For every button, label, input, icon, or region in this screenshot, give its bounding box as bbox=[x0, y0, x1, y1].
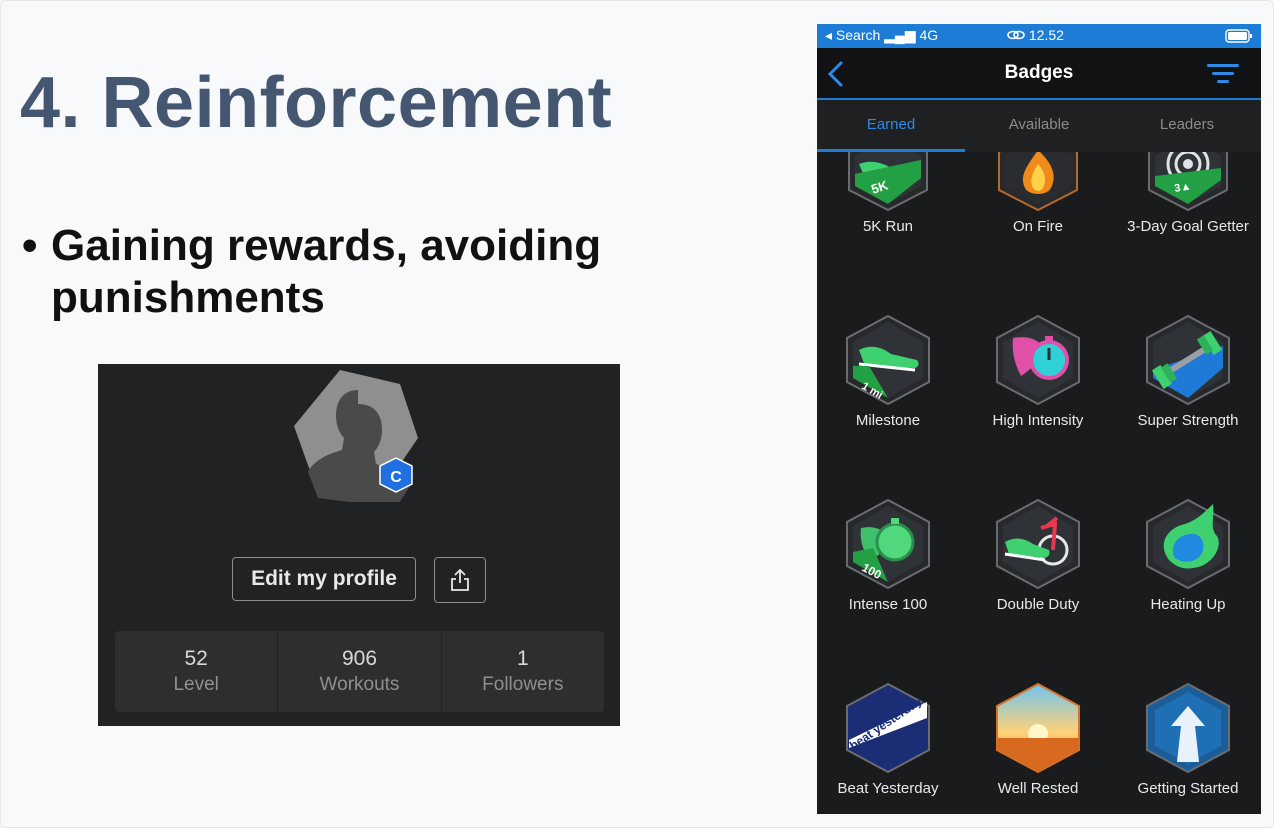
bike-shoe-icon bbox=[996, 498, 1080, 590]
badge-intense-100[interactable]: 100 Intense 100 bbox=[817, 498, 963, 614]
stat-value: 1 bbox=[516, 646, 529, 670]
bullet-dot: • bbox=[22, 221, 38, 270]
stat-followers[interactable]: 1 Followers bbox=[441, 631, 604, 712]
shoe-icon: 1 mi bbox=[846, 314, 930, 406]
badge-name: Intense 100 bbox=[848, 596, 928, 613]
badge-heating-up[interactable]: Heating Up bbox=[1113, 498, 1261, 614]
stat-level[interactable]: 52 Level bbox=[115, 631, 278, 712]
nav-bar: Badges bbox=[817, 48, 1261, 100]
badge-name: Milestone bbox=[855, 412, 921, 429]
badge-name: 3-Day Goal Getter bbox=[1127, 218, 1249, 235]
badge-getting-started[interactable]: Getting Started bbox=[1113, 682, 1261, 798]
arrow-up-icon bbox=[1146, 682, 1230, 774]
stats-row: 52 Level 906 Workouts 1 Followers bbox=[115, 631, 604, 712]
badge-name: Double Duty bbox=[996, 596, 1080, 613]
stat-value: 52 bbox=[184, 646, 208, 670]
tab-leaders[interactable]: Leaders bbox=[1113, 100, 1261, 152]
shoe-icon: 5K bbox=[848, 152, 928, 212]
badge-name: Getting Started bbox=[1137, 780, 1239, 797]
tab-earned[interactable]: Earned bbox=[817, 100, 965, 152]
filter-icon[interactable] bbox=[1205, 61, 1241, 87]
badge-name: On Fire bbox=[1012, 218, 1063, 235]
coach-badge-icon: C bbox=[379, 457, 413, 493]
badge-double-duty[interactable]: Double Duty bbox=[963, 498, 1113, 614]
badge-grid: 5K 5K Run On Fire 3▲ 3-Day Goal Getter 1… bbox=[817, 152, 1261, 814]
badge-name: Beat Yesterday bbox=[837, 780, 939, 797]
badge-name: Heating Up bbox=[1150, 596, 1226, 613]
text-badge-icon: beat yesterday. bbox=[846, 682, 930, 774]
nav-title: Badges bbox=[1004, 62, 1074, 83]
badge-milestone[interactable]: 1 mi Milestone bbox=[817, 314, 963, 430]
share-button[interactable] bbox=[434, 557, 486, 603]
status-time: 12.52 bbox=[1028, 27, 1064, 43]
tab-bar: Earned Available Leaders bbox=[817, 100, 1261, 152]
coach-badge-letter: C bbox=[390, 469, 402, 486]
tab-available[interactable]: Available bbox=[965, 100, 1113, 152]
status-carrier: ◂ Search ▂▄▆ 4G bbox=[825, 27, 939, 43]
link-icon bbox=[1007, 30, 1025, 40]
badge-high-intensity[interactable]: High Intensity bbox=[963, 314, 1113, 430]
stat-label: Level bbox=[173, 673, 219, 695]
dumbbell-icon bbox=[1146, 314, 1230, 406]
profile-card: C Edit my profile 52 Level 906 Workouts … bbox=[98, 364, 620, 726]
stopwatch-icon: 100 bbox=[846, 498, 930, 590]
badge-on-fire[interactable]: On Fire bbox=[963, 152, 1113, 236]
badge-name: Super Strength bbox=[1137, 412, 1239, 429]
target-icon: 3▲ bbox=[1148, 152, 1228, 212]
stat-workouts[interactable]: 906 Workouts bbox=[278, 631, 441, 712]
stat-value: 906 bbox=[341, 646, 378, 670]
badge-5k-run[interactable]: 5K 5K Run bbox=[817, 152, 963, 236]
bullet-text: Gaining rewards, avoiding punishments bbox=[51, 221, 602, 322]
sunrise-icon bbox=[996, 682, 1080, 774]
stopwatch-icon bbox=[996, 314, 1080, 406]
avatar: C bbox=[294, 370, 418, 502]
edit-profile-button[interactable]: Edit my profile bbox=[232, 557, 416, 601]
flame-icon bbox=[998, 152, 1078, 212]
status-bar: ◂ Search ▂▄▆ 4G 12.52 bbox=[817, 24, 1261, 48]
badge-name: 5K Run bbox=[862, 218, 914, 235]
battery-icon bbox=[1225, 29, 1252, 43]
slide-title: 4. Reinforcement bbox=[20, 63, 613, 143]
badge-well-rested[interactable]: Well Rested bbox=[963, 682, 1113, 798]
badge-3-day-goal-getter[interactable]: 3▲ 3-Day Goal Getter bbox=[1113, 152, 1261, 236]
badge-name: Well Rested bbox=[997, 780, 1079, 797]
status-time-group: 12.52 bbox=[1007, 27, 1064, 43]
share-icon bbox=[451, 568, 469, 591]
badge-super-strength[interactable]: Super Strength bbox=[1113, 314, 1261, 430]
stat-label: Workouts bbox=[319, 673, 400, 695]
badge-beat-yesterday[interactable]: beat yesterday. Beat Yesterday bbox=[817, 682, 963, 798]
badge-name: High Intensity bbox=[992, 412, 1084, 429]
stat-label: Followers bbox=[482, 673, 564, 695]
flame-icon bbox=[1146, 498, 1230, 590]
phone-screen: ◂ Search ▂▄▆ 4G 12.52 Badges Earned Avai… bbox=[817, 24, 1261, 814]
